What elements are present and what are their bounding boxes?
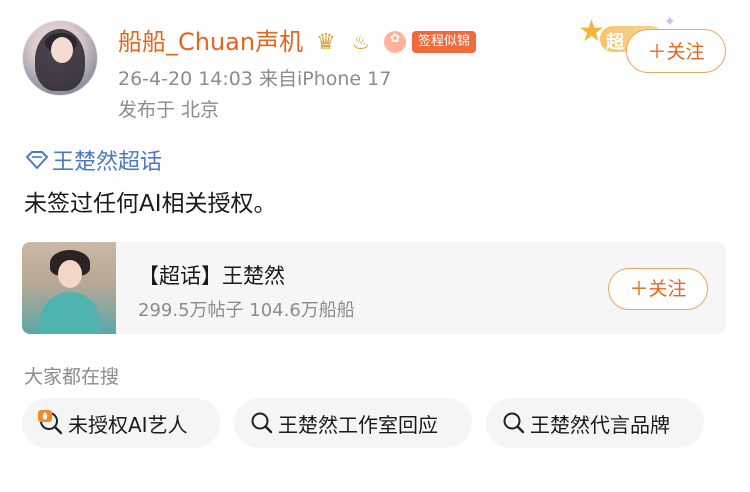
card-title: 【超话】王楚然 [138,264,285,288]
post-meta: 26-4-20 14:03 来自iPhone 17 [118,68,392,90]
search-chip[interactable]: 王楚然代言品牌 [486,398,704,448]
user-avatar[interactable] [22,20,98,96]
super-topic-card[interactable]: 【超话】王楚然 299.5万帖子 104.6万船船 ＋关注 [22,242,726,334]
card-stats: 299.5万帖子 104.6万船船 [138,300,355,321]
search-chip-text: 未授权AI艺人 [68,412,188,437]
search-icon [251,412,273,434]
super-badge-text: 超 [606,32,624,53]
follow-button[interactable]: ＋关注 [626,29,726,73]
sign-label-badge: 签程似锦 [412,31,477,53]
post-text: 未签过任何AI相关授权。 [24,191,277,217]
hot-search-icon [38,410,63,435]
search-chip-text: 王楚然代言品牌 [530,412,670,437]
search-icon [503,412,525,434]
diamond-icon [26,151,48,169]
crown-icon: ♛ [316,30,336,55]
username[interactable]: 船船_Chuan声机 [118,27,303,57]
search-chip[interactable]: 未授权AI艺人 [22,398,220,448]
post-location: 发布于 北京 [118,99,220,121]
topic-cover-image [22,242,116,334]
search-chip[interactable]: 王楚然工作室回应 [234,398,472,448]
vip-badge-icon: ♨ [352,30,370,54]
sparkle-icon: ✦ [664,14,676,30]
topic-link[interactable]: 王楚然超话 [26,144,162,176]
search-section-label: 大家都在搜 [24,366,120,388]
search-chip-text: 王楚然工作室回应 [278,412,438,437]
topic-name: 王楚然超话 [52,150,163,175]
fan-badge-icon: ✿ [384,31,406,53]
card-follow-button[interactable]: ＋关注 [608,268,708,310]
